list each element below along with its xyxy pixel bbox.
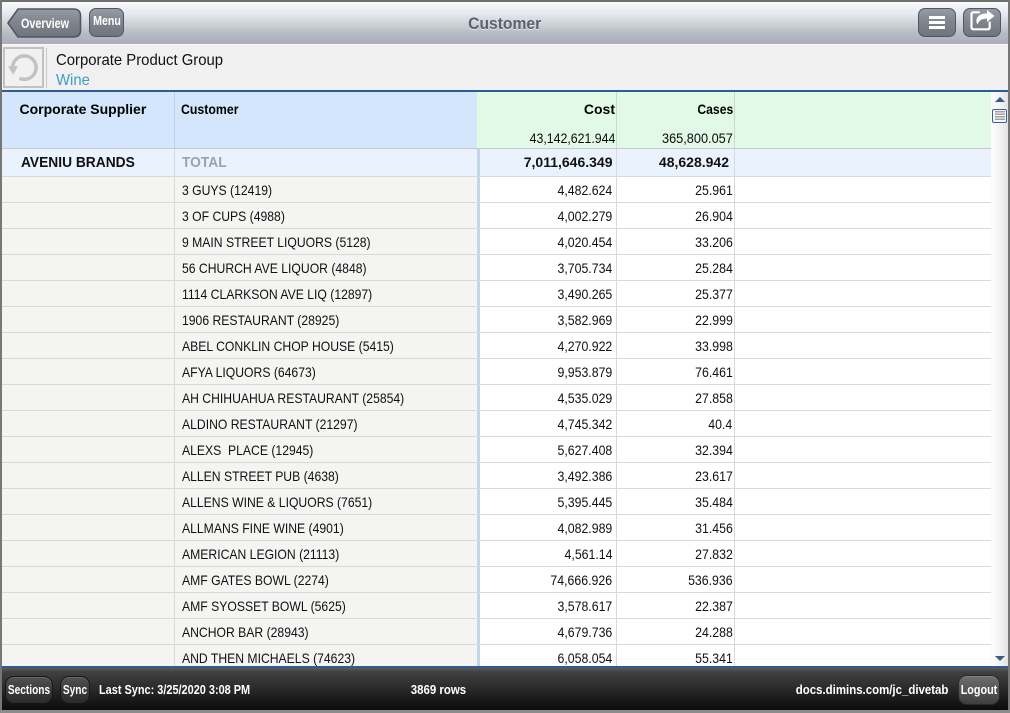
svg-text:Overview: Overview	[21, 15, 69, 30]
